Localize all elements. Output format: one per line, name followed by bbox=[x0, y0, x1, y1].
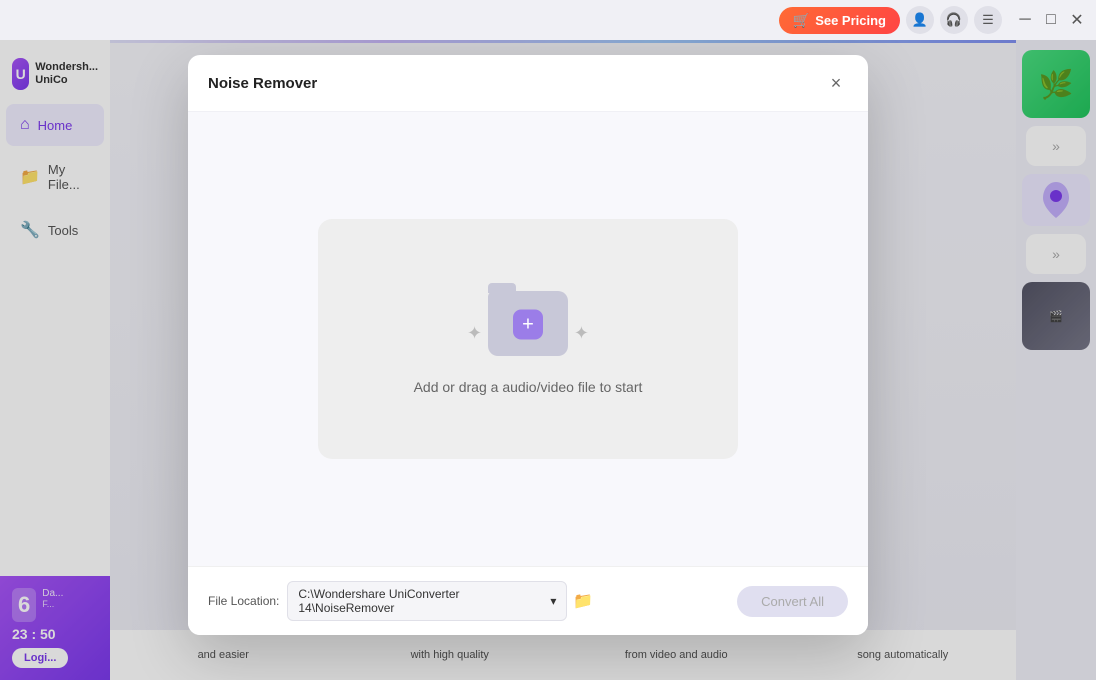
title-bar: 🛒 See Pricing 👤 🎧 ☰ ─ □ ✕ bbox=[0, 0, 1096, 40]
see-pricing-button[interactable]: 🛒 See Pricing bbox=[779, 7, 900, 34]
sparkle-right-icon: ✦ bbox=[574, 323, 589, 344]
user-icon[interactable]: 👤 bbox=[906, 6, 934, 34]
window-controls: ─ □ ✕ bbox=[1014, 9, 1088, 31]
title-bar-actions: 🛒 See Pricing 👤 🎧 ☰ ─ □ ✕ bbox=[779, 6, 1088, 34]
sparkle-left-icon: ✦ bbox=[467, 323, 482, 344]
modal-title: Noise Remover bbox=[208, 75, 317, 92]
headset-icon[interactable]: 🎧 bbox=[940, 6, 968, 34]
modal-close-button[interactable]: × bbox=[824, 71, 848, 95]
modal-header: Noise Remover × bbox=[188, 55, 868, 112]
file-location-input[interactable]: C:\Wondershare UniConverter 14\NoiseRemo… bbox=[287, 581, 567, 621]
file-location-value: C:\Wondershare UniConverter 14\NoiseRemo… bbox=[298, 587, 550, 615]
minimize-button[interactable]: ─ bbox=[1014, 9, 1036, 31]
drop-zone[interactable]: ✦ + ✦ Add or drag a audio/video file to … bbox=[318, 219, 738, 459]
folder-icon-container: ✦ + ✦ bbox=[483, 283, 573, 363]
add-file-icon: + bbox=[513, 310, 543, 340]
folder-shape: + bbox=[488, 291, 568, 356]
modal-overlay: Noise Remover × ✦ + ✦ bbox=[0, 40, 1096, 680]
modal-body: ✦ + ✦ Add or drag a audio/video file to … bbox=[188, 112, 868, 566]
close-window-button[interactable]: ✕ bbox=[1066, 9, 1088, 31]
file-location-label: File Location: bbox=[208, 594, 279, 608]
see-pricing-label: See Pricing bbox=[815, 13, 886, 28]
modal-footer: File Location: C:\Wondershare UniConvert… bbox=[188, 566, 868, 635]
maximize-button[interactable]: □ bbox=[1040, 9, 1062, 31]
cart-icon: 🛒 bbox=[793, 12, 810, 29]
file-location-row: File Location: C:\Wondershare UniConvert… bbox=[208, 581, 593, 621]
noise-remover-modal: Noise Remover × ✦ + ✦ bbox=[188, 55, 868, 635]
drop-zone-text: Add or drag a audio/video file to start bbox=[414, 379, 643, 395]
convert-all-button[interactable]: Convert All bbox=[737, 586, 848, 617]
menu-icon[interactable]: ☰ bbox=[974, 6, 1002, 34]
app-background: U Wondersh... UniCo ⌂ Home 📁 My File... … bbox=[0, 40, 1096, 680]
folder-browse-icon[interactable]: 📁 bbox=[573, 591, 593, 611]
dropdown-arrow-icon: ▾ bbox=[550, 594, 556, 608]
